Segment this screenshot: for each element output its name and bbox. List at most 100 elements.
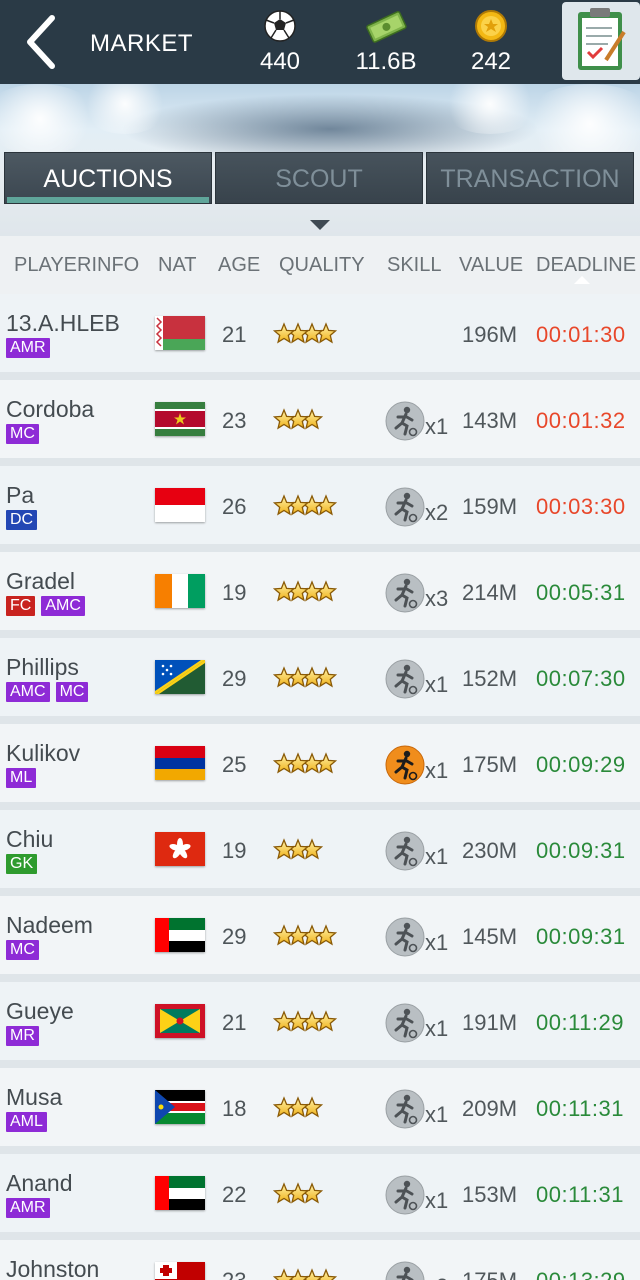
skill-kick-highlight-icon — [385, 745, 425, 785]
position-badge: AMR — [6, 338, 50, 358]
player-row[interactable]: Pa DC 26 x2 159M 00:03:30 — [0, 466, 640, 552]
position-badges: ML — [6, 768, 37, 788]
auction-deadline: 00:01:30 — [536, 322, 626, 347]
back-button[interactable] — [18, 10, 68, 74]
player-row[interactable]: Anand AMR 22 x1 153M 00:11:31 — [0, 1154, 640, 1240]
position-badge: AMC — [6, 682, 50, 702]
auction-deadline: 00:13:29 — [536, 1268, 626, 1280]
tab-auctions[interactable]: AUCTIONS — [4, 152, 212, 204]
quality-stars-icon — [272, 752, 338, 776]
player-age: 21 — [222, 1010, 247, 1035]
player-value: 175M — [462, 1268, 517, 1280]
position-badges: MC — [6, 424, 39, 444]
position-badge: GK — [6, 854, 38, 874]
player-list: 13.A.HLEB AMR 21 196M 00:01:30 Cordoba MC 23 x1 1… — [0, 294, 640, 1280]
player-row[interactable]: Chiu GK 19 x1 230M 00:09:31 — [0, 810, 640, 896]
player-age: 29 — [222, 924, 247, 949]
skill-count: x1 — [425, 414, 449, 439]
quality-stars-icon — [272, 1010, 338, 1034]
player-age: 19 — [222, 838, 247, 863]
position-badges: AML — [6, 1112, 47, 1132]
currency-coins-value: 242 — [470, 48, 512, 75]
quality-stars-icon — [272, 924, 338, 948]
skill-kick-icon — [385, 917, 425, 957]
quality-stars-icon — [272, 1268, 338, 1280]
player-value: 209M — [462, 1096, 518, 1121]
player-row[interactable]: Nadeem MC 29 x1 145M 00:09:31 — [0, 896, 640, 982]
clipboard-button[interactable] — [562, 2, 640, 80]
player-name: Musa — [6, 1084, 63, 1110]
player-row[interactable]: 13.A.HLEB AMR 21 196M 00:01:30 — [0, 294, 640, 380]
tab-scout[interactable]: SCOUT — [215, 152, 423, 204]
player-age: 23 — [222, 408, 247, 433]
player-age: 29 — [222, 666, 247, 691]
player-age: 22 — [222, 1182, 247, 1207]
player-row[interactable]: Phillips AMC MC 29 x1 152M 00:07:30 — [0, 638, 640, 724]
quality-stars-icon — [272, 408, 324, 432]
player-name: Phillips — [6, 654, 79, 680]
player-name: Chiu — [6, 826, 54, 852]
quality-stars-icon — [272, 1096, 324, 1120]
col-quality[interactable]: QUALITY — [279, 254, 365, 277]
player-age: 26 — [222, 494, 247, 519]
skill-kick-icon — [385, 659, 425, 699]
player-value: 175M — [462, 752, 518, 777]
col-value[interactable]: VALUE — [459, 254, 523, 277]
skill-kick-icon — [385, 1175, 425, 1215]
col-deadline[interactable]: DEADLINE — [536, 254, 636, 277]
quality-stars-icon — [272, 494, 338, 518]
nationality-flag-icon — [155, 1090, 205, 1124]
position-badges: AMR — [6, 1198, 50, 1218]
player-name: Gradel — [6, 568, 76, 594]
player-row[interactable]: Johnston 23 x2 175M 00:13:29 — [0, 1240, 640, 1280]
player-name: Kulikov — [6, 740, 81, 766]
player-row[interactable]: Cordoba MC 23 x1 143M 00:01:32 — [0, 380, 640, 466]
position-badge: MC — [6, 940, 39, 960]
auction-deadline: 00:03:30 — [536, 494, 626, 519]
nationality-flag-icon — [155, 316, 205, 350]
skill-kick-icon — [385, 573, 425, 613]
skill-count: x2 — [425, 1274, 448, 1280]
player-value: 196M — [462, 322, 518, 347]
col-age[interactable]: AGE — [218, 254, 260, 277]
col-skill[interactable]: SKILL — [387, 254, 441, 277]
column-header: PLAYERINFO NAT AGE QUALITY SKILL VALUE D… — [0, 236, 640, 294]
player-age: 18 — [222, 1096, 247, 1121]
chevron-left-icon — [27, 15, 55, 69]
auction-deadline: 00:11:31 — [536, 1182, 625, 1207]
currency-cash: 11.6B — [336, 8, 436, 76]
skill-count: x1 — [425, 930, 449, 955]
player-row[interactable]: Gradel FC AMC 19 x3 214M 00:05:31 — [0, 552, 640, 638]
player-value: 152M — [462, 666, 518, 691]
player-value: 153M — [462, 1182, 518, 1207]
auction-deadline: 00:01:32 — [536, 408, 626, 433]
page-title: MARKET — [90, 30, 194, 57]
skill-count: x1 — [425, 1016, 449, 1041]
soccer-ball-icon — [264, 10, 296, 42]
skill-kick-icon — [385, 1003, 425, 1043]
tab-transaction[interactable]: TRANSACTION — [426, 152, 634, 204]
position-badge: MC — [6, 424, 39, 444]
skill-kick-icon — [385, 487, 425, 527]
quality-stars-icon — [272, 322, 338, 346]
col-playerinfo[interactable]: PLAYERINFO — [14, 254, 139, 277]
sort-indicator-icon — [574, 276, 590, 284]
player-age: 23 — [222, 1268, 252, 1280]
nationality-flag-icon — [155, 488, 205, 522]
position-badge: AMC — [41, 596, 85, 616]
currency-balls-value: 440 — [259, 48, 301, 75]
player-row[interactable]: Gueye MR 21 x1 191M 00:11:29 — [0, 982, 640, 1068]
player-value: 214M — [462, 580, 518, 605]
player-row[interactable]: Kulikov ML 25 x1 175M 00:09:29 — [0, 724, 640, 810]
player-age: 21 — [222, 322, 247, 347]
skill-kick-icon — [385, 1261, 425, 1280]
player-name: Nadeem — [6, 912, 93, 938]
auction-deadline: 00:11:29 — [536, 1010, 625, 1035]
col-nat[interactable]: NAT — [158, 254, 197, 277]
skill-kick-icon — [385, 401, 425, 441]
player-row[interactable]: Musa AML 18 x1 209M 00:11:31 — [0, 1068, 640, 1154]
player-age: 25 — [222, 752, 247, 777]
auction-deadline: 00:09:31 — [536, 838, 626, 863]
quality-stars-icon — [272, 580, 338, 604]
nationality-flag-icon — [155, 574, 205, 608]
